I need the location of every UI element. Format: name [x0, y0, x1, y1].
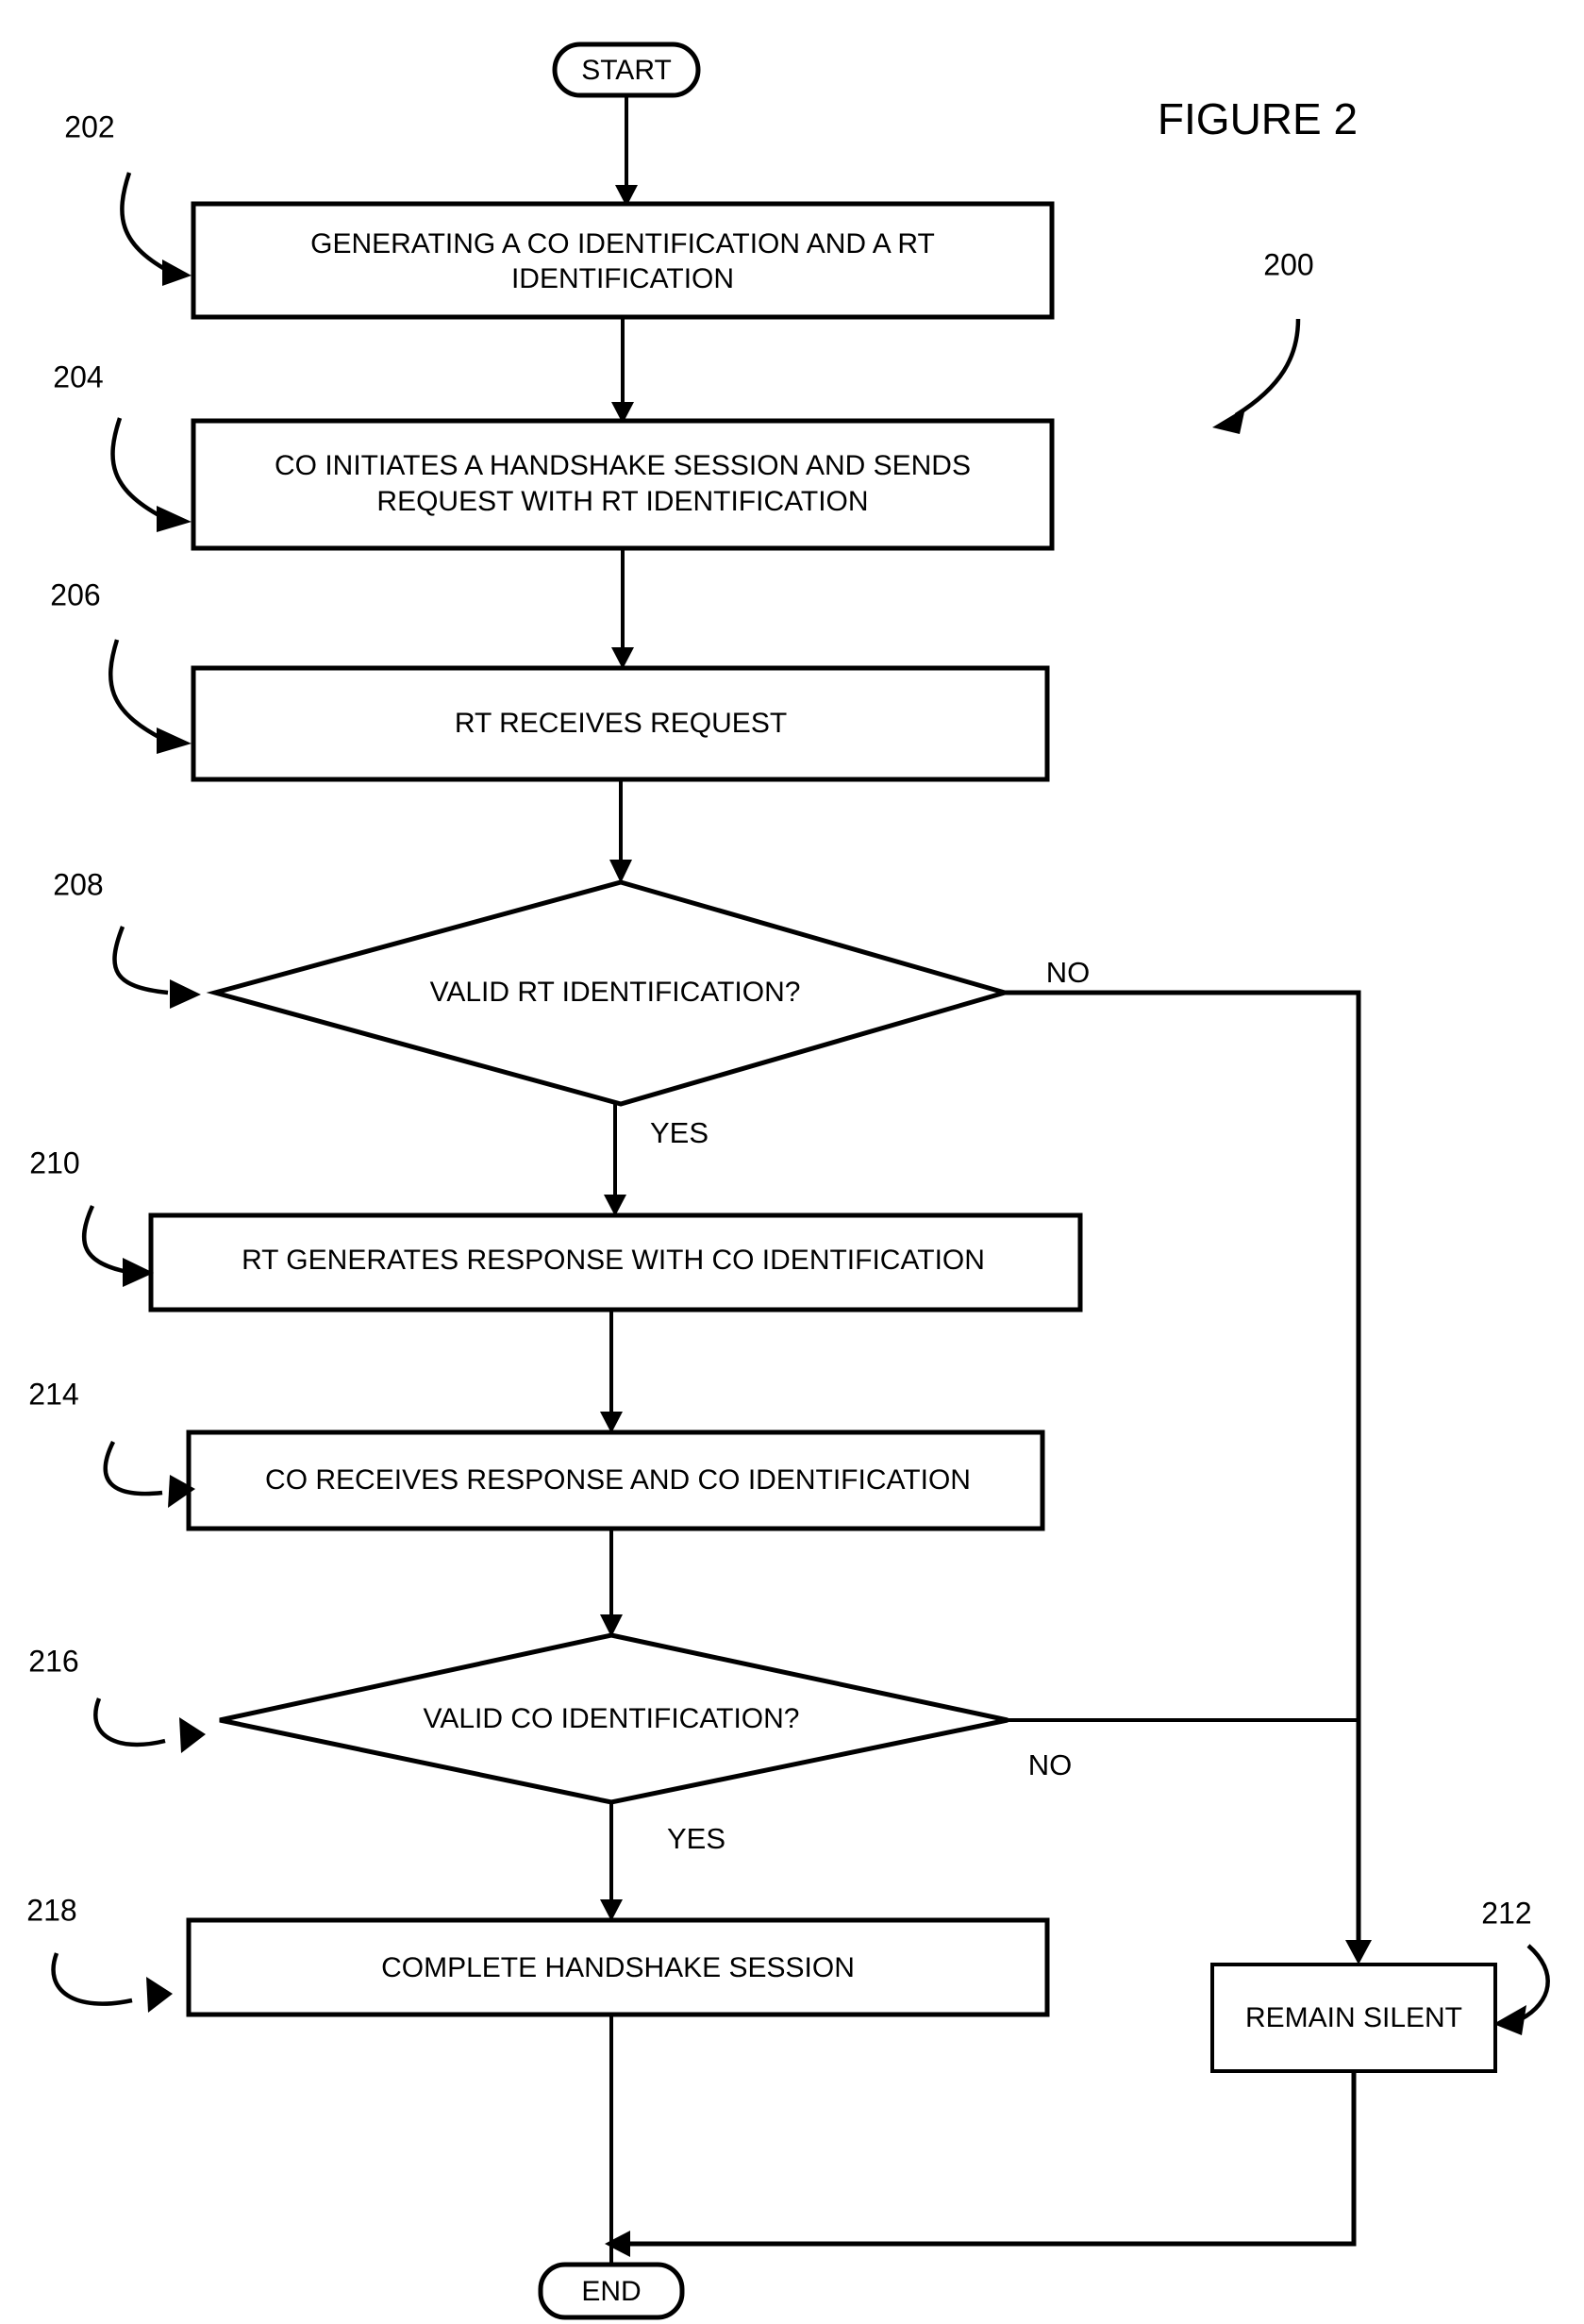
figure-canvas: FIGURE 2 200 START GENERATING A CO IDENT… [0, 0, 1584, 2324]
process-box-210-label: RT GENERATES RESPONSE WITH CO IDENTIFICA… [242, 1245, 985, 1276]
reference-number-214: 214 [28, 1377, 78, 1411]
leader-arrowhead-202 [162, 259, 192, 286]
leader-line-204 [110, 417, 164, 519]
decision-216-label: VALID CO IDENTIFICATION? [424, 1703, 800, 1734]
leader-arrowhead-208 [170, 979, 201, 1009]
arrowhead-206-to-208 [609, 860, 632, 883]
reference-number-202: 202 [64, 109, 114, 143]
leader-arrowhead-204 [157, 506, 192, 532]
process-box-204-line1: CO INITIATES A HANDSHAKE SESSION AND SEN… [275, 450, 971, 481]
flowchart-diagram: FIGURE 2 200 START GENERATING A CO IDENT… [26, 42, 1550, 2320]
reference-number-200: 200 [1263, 247, 1313, 281]
leader-line-216 [93, 1697, 166, 1747]
end-terminator-label: END [581, 2276, 641, 2307]
start-terminator-label: START [581, 55, 672, 86]
branch-label-216-yes: YES [667, 1822, 725, 1855]
process-box-214-label: CO RECEIVES RESPONSE AND CO IDENTIFICATI… [265, 1464, 971, 1496]
arrowhead-212-merge [605, 2231, 630, 2257]
reference-number-204: 204 [53, 359, 103, 393]
process-box-202 [191, 201, 1055, 320]
reference-number-218: 218 [26, 1893, 76, 1927]
leader-arrowhead-216 [179, 1717, 206, 1753]
leader-line-214 [103, 1440, 163, 1496]
reference-number-216: 216 [28, 1644, 78, 1678]
branch-label-216-no: NO [1028, 1748, 1073, 1781]
process-box-218-label: COMPLETE HANDSHAKE SESSION [381, 1952, 855, 1983]
leader-line-208 [112, 926, 169, 995]
leader-line-202 [120, 172, 170, 273]
leader-arrowhead-200 [1212, 408, 1245, 434]
leader-arrowhead-206 [157, 727, 192, 754]
decision-208-label: VALID RT IDENTIFICATION? [430, 977, 801, 1008]
branch-label-208-yes: YES [650, 1116, 709, 1149]
figure-title: FIGURE 2 [1158, 94, 1358, 143]
reference-number-212: 212 [1481, 1896, 1531, 1930]
connector-212-to-merge [623, 2071, 1357, 2247]
connector-208-no-branch [1005, 990, 1361, 1944]
process-box-204 [191, 418, 1055, 551]
leader-line-210 [82, 1205, 128, 1275]
process-box-212-label: REMAIN SILENT [1245, 2002, 1462, 2033]
process-box-204-line2: REQUEST WITH RT IDENTIFICATION [376, 486, 868, 517]
reference-number-210: 210 [29, 1145, 79, 1179]
leader-line-218 [51, 1952, 133, 2006]
leader-arrowhead-212 [1493, 2005, 1526, 2035]
leader-line-200 [1234, 318, 1301, 417]
process-box-202-line2: IDENTIFICATION [511, 263, 734, 294]
reference-number-208: 208 [53, 867, 103, 901]
process-box-206-line1: RT RECEIVES REQUEST [455, 708, 787, 739]
process-box-202-line1: GENERATING A CO IDENTIFICATION AND A RT [310, 228, 935, 259]
reference-number-206: 206 [50, 577, 100, 611]
leader-line-206 [108, 639, 164, 741]
branch-label-208-no: NO [1046, 956, 1091, 989]
leader-arrowhead-218 [146, 1977, 173, 2013]
arrowhead-no-to-212 [1345, 1940, 1372, 1965]
